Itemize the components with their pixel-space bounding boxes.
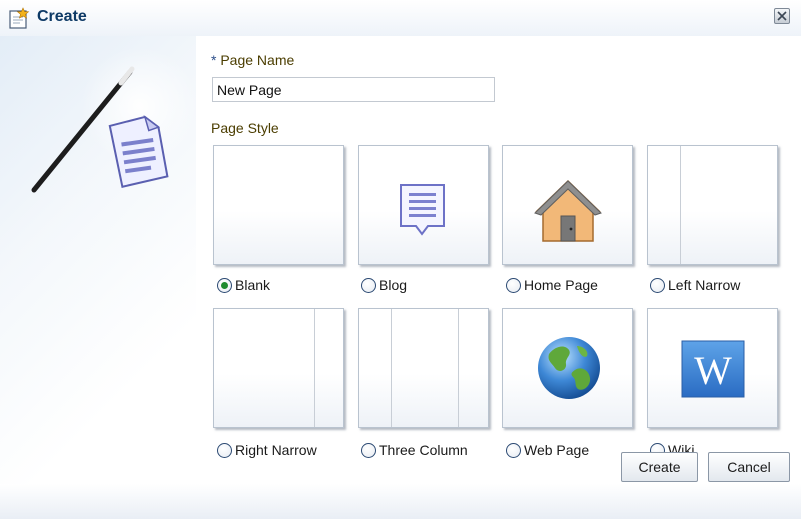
- blog-note-icon: [400, 184, 445, 236]
- layout-divider: [458, 309, 459, 427]
- style-tile-wiki[interactable]: W: [647, 308, 778, 428]
- style-label: Web Page: [524, 442, 590, 458]
- dialog-title: Create: [37, 8, 87, 25]
- style-label: Blog: [379, 277, 408, 293]
- globe-icon: [538, 337, 600, 399]
- style-option-left-narrow[interactable]: Left Narrow: [650, 275, 740, 295]
- style-tile-home-page[interactable]: [502, 145, 633, 265]
- page-name-input[interactable]: [212, 77, 495, 102]
- cancel-button[interactable]: Cancel: [708, 452, 790, 482]
- radio-right-narrow[interactable]: [217, 442, 232, 458]
- style-tile-right-narrow[interactable]: [213, 308, 344, 428]
- style-label: Left Narrow: [668, 277, 741, 293]
- layout-divider: [391, 309, 392, 427]
- style-tile-blog[interactable]: [358, 145, 489, 265]
- house-icon: [534, 179, 602, 242]
- style-tile-three-column[interactable]: [358, 308, 489, 428]
- style-label: Three Column: [379, 442, 468, 458]
- layout-divider: [680, 146, 681, 264]
- magic-wand-document-icon: [31, 66, 169, 193]
- wiki-w-icon: W: [681, 340, 745, 398]
- style-option-right-narrow[interactable]: Right Narrow: [217, 440, 317, 460]
- style-tile-blank[interactable]: [213, 145, 344, 265]
- page-style-label: Page Style: [211, 120, 279, 136]
- close-button[interactable]: [774, 8, 790, 24]
- radio-home-page[interactable]: [506, 277, 521, 293]
- style-tile-left-narrow[interactable]: [647, 145, 778, 265]
- radio-web-page[interactable]: [506, 442, 521, 458]
- layout-divider: [314, 309, 315, 427]
- radio-left-narrow[interactable]: [650, 277, 665, 293]
- svg-text:W: W: [694, 348, 732, 393]
- style-option-blog[interactable]: Blog: [361, 275, 407, 295]
- style-label: Blank: [235, 277, 271, 293]
- style-option-blank[interactable]: Blank: [217, 275, 270, 295]
- radio-blog[interactable]: [361, 277, 376, 293]
- style-label: Home Page: [524, 277, 598, 293]
- style-label: Right Narrow: [235, 442, 317, 458]
- page-name-label: * Page Name: [211, 52, 294, 68]
- dialog-title-bar: Create: [0, 0, 801, 36]
- style-option-home-page[interactable]: Home Page: [506, 275, 598, 295]
- dialog-footer: [0, 484, 801, 519]
- required-indicator: *: [211, 52, 217, 68]
- radio-blank[interactable]: [217, 277, 232, 293]
- create-button[interactable]: Create: [621, 452, 698, 482]
- style-option-web-page[interactable]: Web Page: [506, 440, 589, 460]
- style-tile-web-page[interactable]: [502, 308, 633, 428]
- page-name-label-text: Page Name: [220, 52, 295, 68]
- wizard-side-panel: [0, 36, 200, 484]
- radio-three-column[interactable]: [361, 442, 376, 458]
- new-page-icon: [9, 7, 30, 29]
- style-option-three-column[interactable]: Three Column: [361, 440, 468, 460]
- close-icon: [777, 11, 787, 21]
